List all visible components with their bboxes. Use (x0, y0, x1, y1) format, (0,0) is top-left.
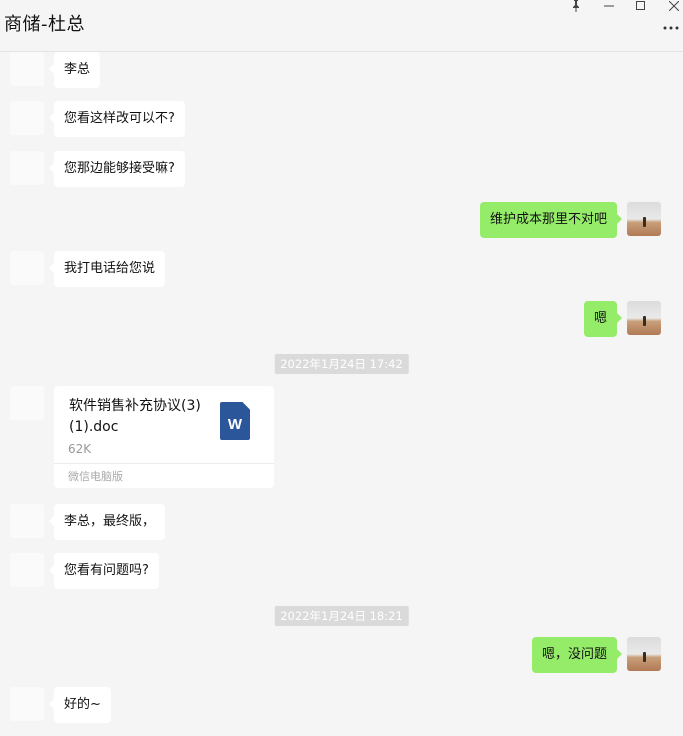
file-name: 软件销售补充协议(3)(1).doc (69, 398, 201, 435)
received-message[interactable]: 我打电话给您说 (48, 251, 166, 287)
word-icon-letter: W (227, 416, 243, 433)
received-message[interactable]: 您看这样改可以不? (49, 101, 185, 137)
received-message[interactable]: 好的~ (49, 687, 111, 723)
contact-avatar[interactable] (10, 101, 44, 135)
more-icon[interactable] (661, 20, 681, 36)
file-size: 62K (68, 442, 92, 456)
file-divider (54, 463, 274, 464)
timestamp: 2022年1月24日 17:42 (274, 354, 409, 374)
file-source: 微信电脑版 (68, 470, 123, 483)
user-avatar[interactable] (627, 301, 661, 335)
contact-avatar[interactable] (10, 553, 44, 587)
sent-message[interactable]: 嗯，没问题 (531, 637, 623, 673)
chat-title: 商储-杜总 (4, 14, 85, 35)
contact-avatar[interactable] (10, 386, 44, 420)
word-doc-icon: W (220, 402, 250, 440)
received-message[interactable]: 您看有问题吗? (49, 553, 159, 589)
received-message[interactable]: 李总 (48, 52, 101, 88)
maximize-icon[interactable] (630, 0, 652, 14)
minimize-icon[interactable] (598, 0, 620, 14)
sent-message[interactable]: 嗯 (583, 301, 623, 337)
user-avatar[interactable] (627, 202, 661, 236)
file-message[interactable]: 软件销售补充协议(3)(1).doc 62K W 微信电脑版 (54, 386, 274, 488)
contact-avatar[interactable] (10, 52, 44, 86)
pin-icon[interactable] (565, 0, 587, 14)
contact-avatar[interactable] (10, 151, 44, 185)
contact-avatar[interactable] (10, 504, 44, 538)
person-figure (643, 652, 646, 662)
received-message[interactable]: 您那边能够接受嘛? (49, 151, 185, 187)
timestamp: 2022年1月24日 18:21 (274, 606, 409, 626)
title-bar: 商储-杜总 (0, 0, 683, 52)
person-figure (643, 217, 646, 227)
contact-avatar[interactable] (10, 251, 44, 285)
contact-avatar[interactable] (10, 687, 44, 721)
sent-message[interactable]: 维护成本那里不对吧 (479, 202, 623, 238)
received-message[interactable]: 李总，最终版， (48, 504, 166, 540)
user-avatar[interactable] (627, 637, 661, 671)
person-figure (643, 316, 646, 326)
close-icon[interactable] (663, 0, 683, 14)
